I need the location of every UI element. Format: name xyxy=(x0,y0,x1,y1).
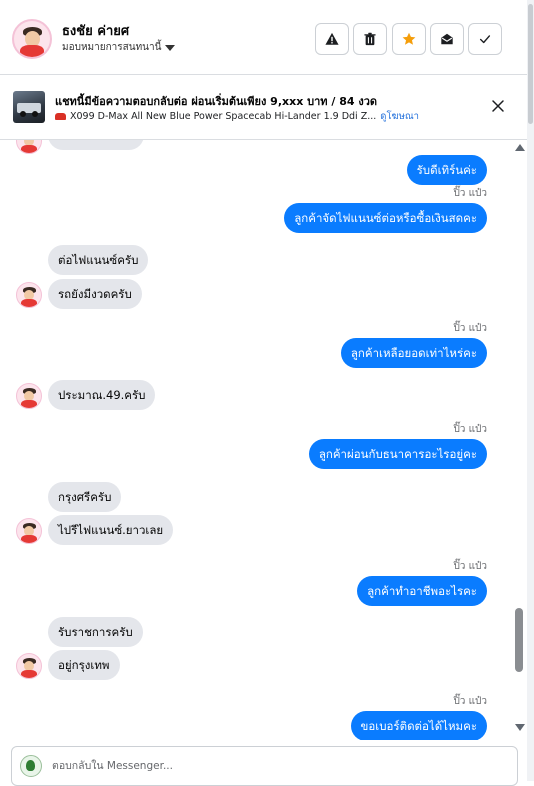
assign-conversation-dropdown[interactable]: มอบหมายการสนทนานี้ xyxy=(62,40,176,55)
mark-spam-button[interactable] xyxy=(315,23,349,55)
mail-open-icon xyxy=(441,33,453,45)
composer-area xyxy=(0,740,527,786)
star-icon xyxy=(402,32,416,45)
ad-subtitle: X099 D-Max All New Blue Power Spacecab H… xyxy=(55,109,419,124)
message-outgoing: ลูกค้าจัดไฟแนนซ์ต่อหรือซื้อเงินสดคะ xyxy=(284,203,487,233)
message-outgoing: ลูกค้าทำอาชีพอะไรคะ xyxy=(357,576,487,606)
assign-label: มอบหมายการสนทนานี้ xyxy=(62,42,162,53)
scrollbar-thumb[interactable] xyxy=(515,608,523,672)
message-outgoing: รับดีเทิร์นค่ะ xyxy=(406,155,487,185)
message-incoming: กรุงศรีครับ xyxy=(48,482,122,512)
reply-composer[interactable] xyxy=(11,746,518,786)
avatar[interactable] xyxy=(12,19,52,59)
message-incoming xyxy=(48,140,144,150)
ad-title: แชทนี้มีข้อความตอบกลับต่อ ผ่อนเริ่มต้นเพ… xyxy=(55,95,378,108)
conversation-header: ธงชัย ค่ายศ มอบหมายการสนทนานี้ xyxy=(0,0,527,75)
close-icon[interactable] xyxy=(491,99,505,113)
message-incoming: ต่อไฟแนนซ์ครับ xyxy=(48,245,149,275)
mark-unread-button[interactable] xyxy=(430,23,464,55)
check-icon xyxy=(479,35,491,44)
message-incoming: รถยังมีงวดครับ xyxy=(48,279,142,309)
message-incoming: รับราชการครับ xyxy=(48,617,143,647)
car-icon xyxy=(55,113,66,120)
message-scrollbar[interactable] xyxy=(512,140,526,740)
sender-label: ปิ๊ว แป๋ว xyxy=(453,424,487,435)
avatar xyxy=(16,383,42,409)
message-outgoing: ลูกค้าผ่อนกับธนาคารอะไรอยู่คะ xyxy=(308,439,487,469)
delete-button[interactable] xyxy=(353,23,387,55)
sender-label: ปิ๊ว แป๋ว xyxy=(453,696,487,707)
sender-label: ปิ๊ว แป๋ว xyxy=(453,188,487,199)
sender-label: ปิ๊ว แป๋ว xyxy=(453,561,487,572)
scroll-up-icon[interactable] xyxy=(515,144,525,151)
message-list[interactable]: รับดีเทิร์นค่ะ ปิ๊ว แป๋ว ลูกค้าจัดไฟแนนซ… xyxy=(0,140,527,740)
avatar xyxy=(16,282,42,308)
message-outgoing: ขอเบอร์ติดต่อได้ไหมคะ xyxy=(350,711,487,740)
scroll-down-icon[interactable] xyxy=(515,724,525,731)
avatar xyxy=(16,518,42,544)
mark-done-button[interactable] xyxy=(468,23,502,55)
conversation-panel: ธงชัย ค่ายศ มอบหมายการสนทนานี้ แชทนี้มีข… xyxy=(0,0,528,786)
page-avatar-icon xyxy=(20,755,42,777)
message-outgoing: ลูกค้าเหลือยอดเท่าไหร่คะ xyxy=(340,338,487,368)
star-button[interactable] xyxy=(392,23,426,55)
window-scrollbar-thumb[interactable] xyxy=(528,4,533,124)
ad-subtitle-text: X099 D-Max All New Blue Power Spacecab H… xyxy=(70,111,377,122)
reply-input[interactable] xyxy=(50,756,494,776)
alert-icon xyxy=(325,32,339,45)
caret-down-icon xyxy=(165,44,176,51)
message-incoming: อยู่กรุงเทพ xyxy=(48,650,120,680)
ad-thumbnail xyxy=(13,91,45,123)
trash-icon xyxy=(364,32,376,46)
message-incoming: ประมาณ.49.ครับ xyxy=(48,380,156,410)
window-scrollbar[interactable] xyxy=(527,0,534,781)
avatar xyxy=(16,653,42,679)
message-incoming: ไปรีไฟแนนซ์.ยาวเลย xyxy=(48,515,174,545)
avatar xyxy=(16,140,42,154)
sender-label: ปิ๊ว แป๋ว xyxy=(453,323,487,334)
user-name[interactable]: ธงชัย ค่ายศ xyxy=(62,20,129,41)
ad-context-bar: แชทนี้มีข้อความตอบกลับต่อ ผ่อนเริ่มต้นเพ… xyxy=(0,75,527,140)
view-ad-link[interactable]: ดูโฆษณา xyxy=(380,109,419,124)
